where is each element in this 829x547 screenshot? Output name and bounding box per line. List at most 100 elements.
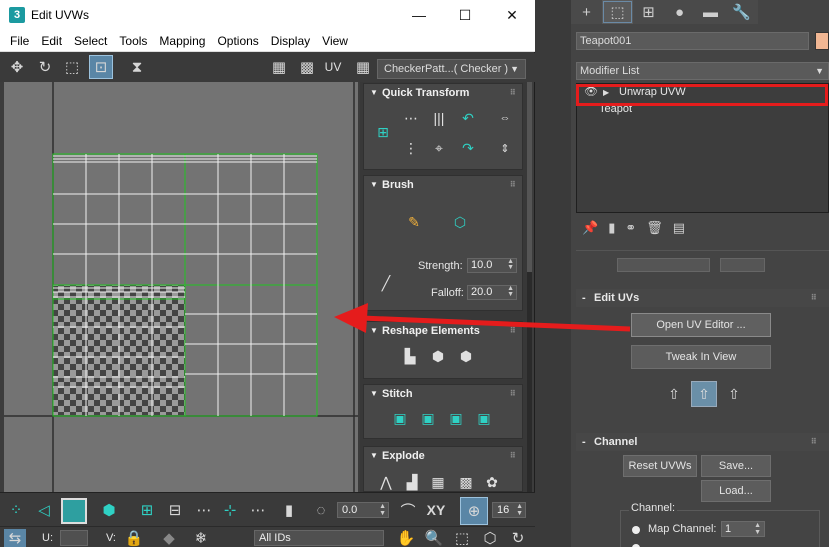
spinner-arrows-icon[interactable]: ▲ ▼: [507, 258, 514, 271]
relax-brush-icon[interactable]: ⬡: [450, 212, 470, 232]
stitch-to-target-icon[interactable]: ▣: [474, 408, 494, 428]
ids-dropdown[interactable]: All IDs: [254, 530, 384, 546]
create-tab-icon[interactable]: +: [571, 0, 602, 24]
rotate-ccw-icon[interactable]: ↶: [458, 108, 478, 128]
hide-icon[interactable]: ◆: [156, 529, 182, 547]
reset-view-icon[interactable]: ↻: [508, 529, 528, 547]
stitch-custom-icon[interactable]: ▣: [390, 408, 410, 428]
zoom-extents-icon[interactable]: ⬡: [480, 529, 500, 547]
brush-size-icon[interactable]: ╱: [376, 273, 396, 293]
falloff-spinner[interactable]: 20.0 ▲ ▼: [467, 285, 517, 300]
tweak-eye-icon[interactable]: ⇧: [691, 381, 717, 407]
flip-horizontal-icon[interactable]: ⇔: [495, 108, 515, 128]
menu-select[interactable]: Select: [68, 30, 113, 51]
break-by-material-icon[interactable]: ▟: [402, 472, 422, 492]
tweak-lightning-icon[interactable]: ⇧: [661, 381, 687, 407]
rotate-cw-icon[interactable]: ↷: [458, 138, 478, 158]
edge-mode-icon[interactable]: ◁: [34, 500, 54, 520]
spinner-arrows-icon[interactable]: ▲ ▼: [507, 285, 514, 298]
close-button[interactable]: ✕: [489, 0, 535, 30]
tweak-in-view-button[interactable]: Tweak In View: [631, 345, 771, 369]
break-by-smoothing-icon[interactable]: ⋀: [376, 472, 396, 492]
pan-icon[interactable]: ✋: [396, 529, 416, 547]
flip-vertical-icon[interactable]: ⇕: [495, 138, 515, 158]
xy-space-label[interactable]: XY: [424, 499, 448, 521]
weld-icon[interactable]: ▩: [456, 472, 476, 492]
u-field[interactable]: [60, 530, 88, 546]
uv-viewport[interactable]: [4, 82, 358, 492]
texture-settings-icon[interactable]: ▦: [352, 56, 374, 78]
align-to-center-icon[interactable]: ⊞: [373, 122, 393, 142]
loop-icon[interactable]: ⋯: [192, 500, 216, 520]
open-uv-editor-button[interactable]: Open UV Editor ...: [631, 313, 771, 337]
spinner-arrows-icon[interactable]: ▲ ▼: [516, 503, 523, 517]
align-vertical-icon[interactable]: ⋮: [401, 138, 421, 158]
stitch-header[interactable]: ▼ Stitch ⠿: [364, 385, 522, 403]
utilities-tab-icon[interactable]: 🔧: [726, 0, 757, 24]
space-horizontal-icon[interactable]: |||: [429, 108, 449, 128]
partial-button[interactable]: [617, 258, 710, 272]
tool-panel-scrollbar[interactable]: [527, 82, 532, 492]
grow-selection-icon[interactable]: ⊞: [136, 500, 158, 520]
modify-tab-icon[interactable]: ⬚: [602, 0, 633, 24]
make-unique-icon[interactable]: ⚭: [625, 220, 636, 240]
show-end-result-icon[interactable]: ▮: [608, 220, 615, 240]
configure-sets-icon[interactable]: ▤: [673, 220, 685, 240]
relax-icon[interactable]: ⬢: [428, 346, 448, 366]
align-to-edge-icon[interactable]: ⌖: [429, 138, 449, 158]
shrink-selection-icon[interactable]: ⊟: [164, 500, 186, 520]
paint-brush-icon[interactable]: ✎: [404, 212, 424, 232]
brush-header[interactable]: ▼ Brush ⠿: [364, 176, 522, 194]
angle-spinner[interactable]: 0.0 ▲ ▼: [337, 502, 389, 518]
face-mode-icon[interactable]: [61, 498, 87, 524]
move-icon[interactable]: ✥: [6, 56, 28, 78]
load-button[interactable]: Load...: [701, 480, 771, 502]
checker-texture-dropdown[interactable]: CheckerPatt...( Checker ) ▼: [377, 59, 526, 79]
ring-grow-icon[interactable]: ▮: [280, 500, 298, 520]
checker-icon[interactable]: ▩: [296, 56, 318, 78]
maximize-button[interactable]: ☐: [442, 0, 488, 30]
vertex-mode-icon[interactable]: ⁘: [6, 500, 26, 520]
reshape-elements-header[interactable]: ▼ Reshape Elements ⠿: [364, 322, 522, 340]
object-name-field[interactable]: Teapot001: [576, 32, 809, 50]
menu-file[interactable]: File: [4, 30, 35, 51]
minimize-button[interactable]: —: [396, 0, 442, 30]
menu-options[interactable]: Options: [211, 30, 264, 51]
menu-mapping[interactable]: Mapping: [153, 30, 211, 51]
reset-uvws-button[interactable]: Reset UVWs: [623, 455, 697, 477]
zoom-icon[interactable]: 🔍: [424, 529, 444, 547]
scale-icon[interactable]: ⬚: [61, 56, 83, 78]
align-horizontal-icon[interactable]: ⋯: [401, 108, 421, 128]
rotate-icon[interactable]: ↻: [34, 56, 56, 78]
menu-display[interactable]: Display: [265, 30, 316, 51]
partial-button[interactable]: [720, 258, 765, 272]
tweak-arrow-icon[interactable]: ⇧: [721, 381, 747, 407]
uv-grid-canvas[interactable]: [4, 82, 358, 492]
channel-rollout-header[interactable]: - Channel ⠿: [576, 433, 829, 451]
break-by-polygon-icon[interactable]: ▦: [428, 472, 448, 492]
ring-icon[interactable]: ⋯: [246, 500, 270, 520]
grid-size-spinner[interactable]: 16 ▲ ▼: [492, 502, 526, 518]
motion-tab-icon[interactable]: ●: [664, 0, 695, 24]
delete-modifier-icon[interactable]: 🗑: [646, 220, 663, 240]
mirror-icon[interactable]: ⧗: [126, 56, 148, 78]
stitch-average-icon[interactable]: ▣: [446, 408, 466, 428]
uv-axis-label[interactable]: UV: [322, 56, 344, 78]
edit-uvs-rollout-header[interactable]: - Edit UVs ⠿: [576, 289, 829, 307]
element-mode-icon[interactable]: ⬢: [98, 500, 120, 520]
quick-transform-header[interactable]: ▼ Quick Transform ⠿: [364, 84, 522, 102]
freeze-icon[interactable]: ❄: [188, 529, 214, 547]
menu-edit[interactable]: Edit: [35, 30, 68, 51]
map-channel-spinner[interactable]: 1 ▲ ▼: [721, 521, 765, 537]
menu-tools[interactable]: Tools: [113, 30, 153, 51]
map-channel-radio[interactable]: [632, 526, 640, 534]
lock-icon[interactable]: 🔒: [124, 529, 144, 547]
zoom-region-icon[interactable]: ⬚: [452, 529, 472, 547]
show-map-icon[interactable]: ▦: [268, 56, 290, 78]
spinner-arrows-icon[interactable]: ▲ ▼: [754, 522, 761, 536]
absolute-offset-icon[interactable]: ⇆: [4, 529, 26, 547]
relax-by-polygon-icon[interactable]: ⬢: [456, 346, 476, 366]
menu-view[interactable]: View: [316, 30, 354, 51]
explode-header[interactable]: ▼ Explode ⠿: [364, 447, 522, 465]
falloff-curve-icon[interactable]: ⌒: [396, 499, 420, 521]
